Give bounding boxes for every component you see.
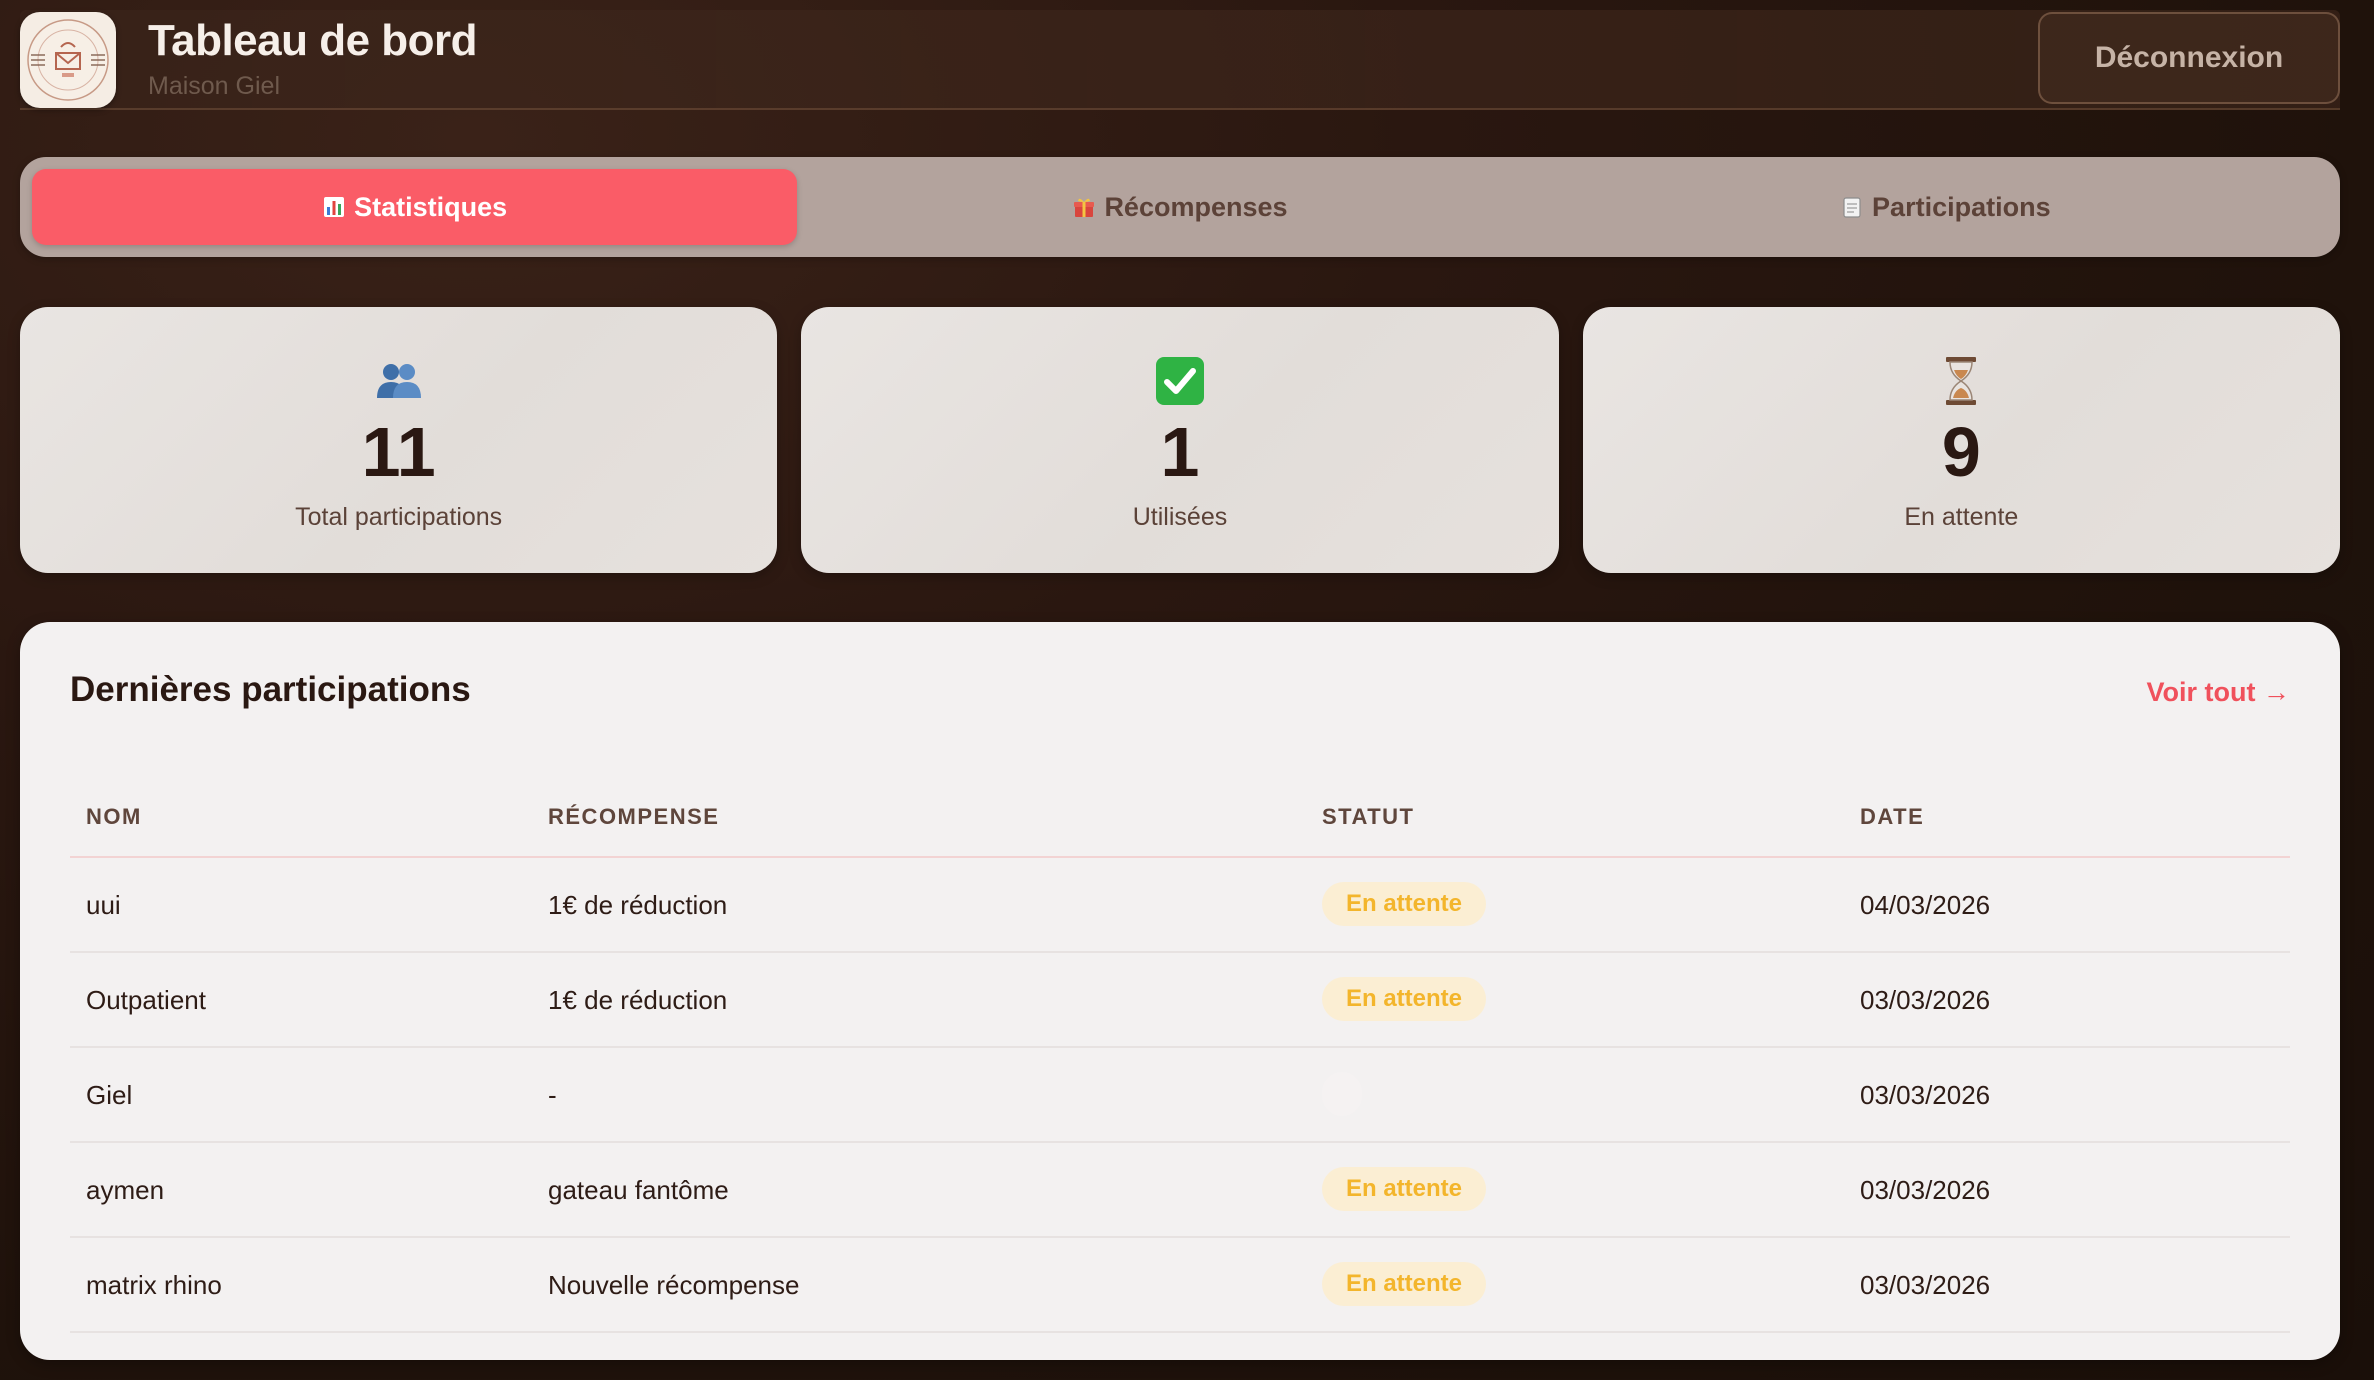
see-all-link[interactable]: Voir tout →	[2147, 677, 2290, 708]
cell-reward: 1€ de réduction	[548, 985, 728, 1015]
cell-date: 03/03/2026	[1860, 1270, 1991, 1300]
hourglass-icon	[1935, 355, 1987, 407]
cell-date: 03/03/2026	[1860, 1175, 1991, 1205]
top-header: Tableau de bord Maison Giel Déconnexion	[20, 10, 2340, 110]
cell-date: 03/03/2026	[1860, 1080, 1991, 1110]
users-icon	[373, 355, 425, 407]
tab-recompenses[interactable]: Récompenses	[797, 169, 1562, 245]
check-icon	[1154, 355, 1206, 407]
status-badge: En attente	[1322, 882, 1487, 926]
status-badge: En attente	[1322, 1262, 1487, 1306]
stat-value-pending: 9	[1941, 413, 1981, 491]
maison-giel-logo-icon	[27, 19, 109, 101]
clipboard-icon	[1840, 195, 1864, 219]
page-title: Tableau de bord	[148, 16, 478, 65]
cell-reward: -	[548, 1080, 557, 1110]
page-subtitle: Maison Giel	[148, 72, 280, 100]
table-row[interactable]: aymen gateau fantôme En attente 03/03/20…	[70, 1143, 2290, 1238]
cell-date: 03/03/2026	[1860, 985, 1991, 1015]
cell-name: matrix rhino	[86, 1270, 222, 1300]
stat-value-total: 11	[361, 413, 436, 491]
bar-chart-icon	[322, 195, 346, 219]
tab-recompenses-label: Récompenses	[1104, 191, 1288, 222]
status-badge: En attente	[1322, 1167, 1487, 1211]
stat-label-pending: En attente	[1904, 503, 2019, 531]
table-row[interactable]: uui 1€ de réduction En attente 04/03/202…	[70, 858, 2290, 953]
cell-reward: gateau fantôme	[548, 1175, 729, 1205]
table-row[interactable]: Outpatient 1€ de réduction En attente 03…	[70, 953, 2290, 1048]
table-row[interactable]: matrix rhino Nouvelle récompense En atte…	[70, 1238, 2290, 1333]
column-header-statut: STATUT	[1322, 804, 1415, 829]
table-header: NOM RÉCOMPENSE STATUT DATE	[70, 770, 2290, 858]
cell-date: 04/03/2026	[1860, 890, 1991, 920]
status-badge	[1322, 1072, 1362, 1116]
stat-label-total: Total participations	[295, 503, 503, 531]
logout-button[interactable]: Déconnexion	[2038, 12, 2340, 104]
participations-table: NOM RÉCOMPENSE STATUT DATE uui 1€ de réd…	[70, 770, 2290, 1333]
cell-reward: 1€ de réduction	[548, 890, 728, 920]
recent-participations-card: Dernières participations Voir tout → NOM…	[20, 622, 2340, 1360]
tab-bar: Statistiques Récompenses Participations	[20, 157, 2340, 257]
column-header-nom: NOM	[86, 804, 142, 829]
cell-name: uui	[86, 890, 121, 920]
stat-label-used: Utilisées	[1132, 503, 1228, 531]
cell-reward: Nouvelle récompense	[548, 1270, 800, 1300]
stat-card-total: 11 Total participations	[20, 307, 778, 573]
column-header-recompense: RÉCOMPENSE	[548, 804, 720, 829]
tab-participations[interactable]: Participations	[1563, 169, 2328, 245]
stat-value-used: 1	[1160, 413, 1200, 491]
cell-name: Giel	[86, 1080, 133, 1110]
tab-participations-label: Participations	[1872, 191, 2051, 222]
stat-card-pending: 9 En attente	[1582, 307, 2340, 573]
column-header-date: DATE	[1860, 804, 1925, 829]
brand-logo	[20, 12, 116, 108]
cell-name: aymen	[86, 1175, 165, 1205]
cell-name: Outpatient	[86, 985, 206, 1015]
tab-statistiques-label: Statistiques	[354, 191, 508, 222]
stat-card-used: 1 Utilisées	[801, 307, 1559, 573]
table-row[interactable]: Giel - 03/03/2026	[70, 1048, 2290, 1143]
stats-row: 11 Total participations 1 Utilisées 9 En…	[20, 307, 2340, 573]
card-title: Dernières participations	[70, 670, 471, 709]
status-badge: En attente	[1322, 977, 1487, 1021]
tab-statistiques[interactable]: Statistiques	[32, 169, 798, 245]
gift-icon	[1072, 195, 1096, 219]
